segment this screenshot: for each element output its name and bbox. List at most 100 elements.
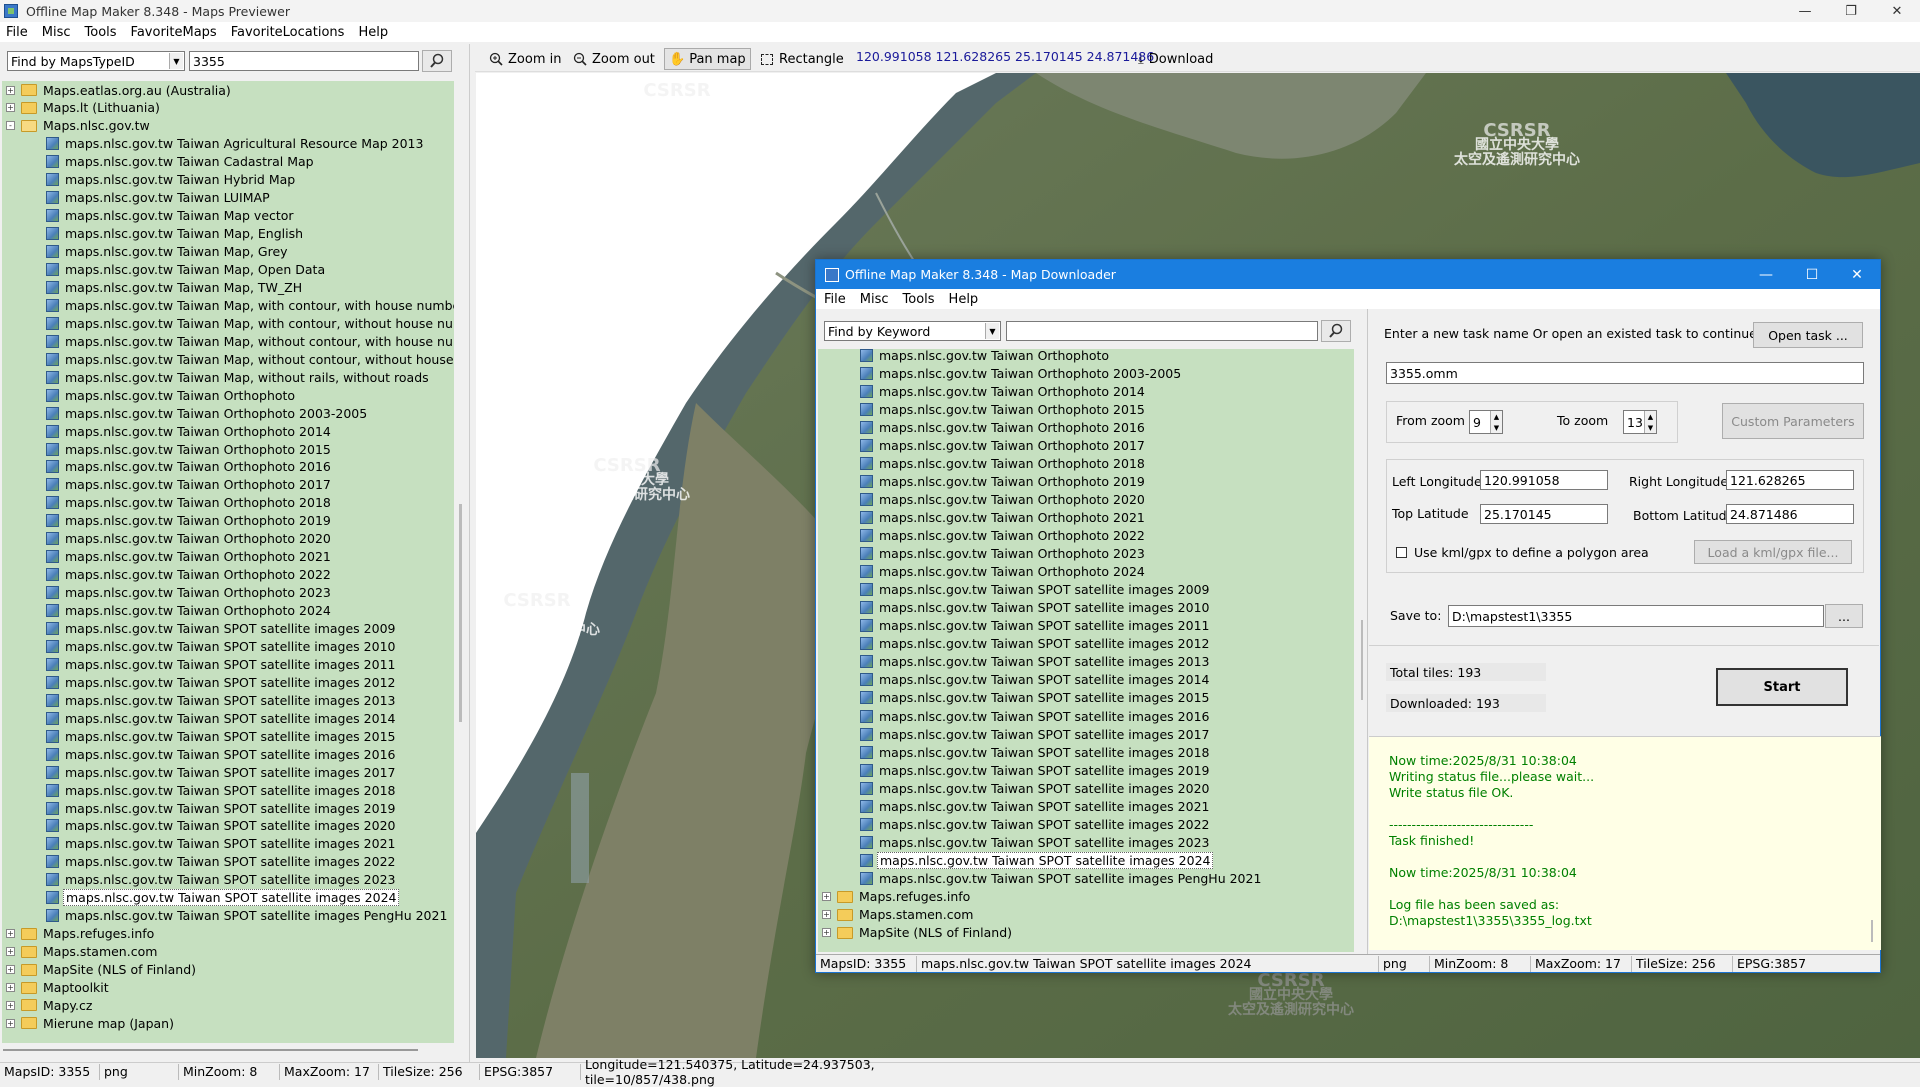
minimize-icon[interactable]: — <box>1743 260 1789 289</box>
downloader-maps-tree[interactable]: maps.nlsc.gov.tw Taiwan Orthophoto maps.n… <box>818 349 1354 952</box>
tree-item-map[interactable]: maps.nlsc.gov.tw Taiwan Orthophoto 2020 <box>2 530 333 548</box>
tree-item-map[interactable]: maps.nlsc.gov.tw Taiwan Orthophoto 2022 <box>818 527 1147 545</box>
tree-item-map[interactable]: maps.nlsc.gov.tw Taiwan SPOT satellite i… <box>818 707 1211 725</box>
zoom-out-button[interactable]: Zoom out <box>569 48 659 70</box>
tree-item-map[interactable]: maps.nlsc.gov.tw Taiwan SPOT satellite i… <box>2 871 397 889</box>
find-value-input[interactable]: 3355 <box>189 51 419 71</box>
expand-icon[interactable]: + <box>822 928 831 938</box>
to-zoom-input[interactable]: 13 ▲ ▼ <box>1623 410 1657 434</box>
tree-item-map[interactable]: maps.nlsc.gov.tw Taiwan Map vector <box>2 207 296 225</box>
expand-icon[interactable]: + <box>6 983 15 992</box>
tree-item-map[interactable]: maps.nlsc.gov.tw Taiwan SPOT satellite i… <box>2 817 397 835</box>
from-zoom-input[interactable]: 9 ▲ ▼ <box>1469 410 1503 434</box>
expand-icon[interactable]: + <box>6 103 15 113</box>
tree-item-folder[interactable]: + Mierune map (Japan) <box>2 1014 176 1032</box>
tree-item-map[interactable]: maps.nlsc.gov.tw Taiwan Map, English <box>2 225 305 243</box>
tree-item-folder[interactable]: + Maps.refuges.info <box>2 925 156 943</box>
tree-item-folder[interactable]: + Mapy.cz <box>2 996 94 1014</box>
load-kml-button[interactable]: Load a kml/gpx file... <box>1694 540 1852 564</box>
tree-item-map[interactable]: maps.nlsc.gov.tw Taiwan SPOT satellite i… <box>2 709 397 727</box>
tree-item-map[interactable]: maps.nlsc.gov.tw Taiwan SPOT satellite i… <box>2 637 397 655</box>
tree-item-map[interactable]: maps.nlsc.gov.tw Taiwan SPOT satellite i… <box>2 781 397 799</box>
tree-item-map[interactable]: maps.nlsc.gov.tw Taiwan Orthophoto 2017 <box>818 436 1147 454</box>
tree-item-map[interactable]: maps.nlsc.gov.tw Taiwan SPOT satellite i… <box>818 599 1211 617</box>
tree-item-map[interactable]: maps.nlsc.gov.tw Taiwan Orthophoto 2024 <box>818 563 1147 581</box>
tree-item-map[interactable]: maps.nlsc.gov.tw Taiwan SPOT satellite i… <box>2 835 397 853</box>
start-button[interactable]: Start <box>1716 668 1848 706</box>
tree-item-map[interactable]: maps.nlsc.gov.tw Taiwan Orthophoto 2003-… <box>2 404 369 422</box>
tree-item-map[interactable]: maps.nlsc.gov.tw Taiwan SPOT satellite i… <box>818 689 1211 707</box>
menu-tools[interactable]: Tools <box>85 25 117 40</box>
search-button[interactable] <box>422 50 452 72</box>
tree-item-map[interactable]: maps.nlsc.gov.tw Taiwan Orthophoto <box>2 386 297 404</box>
tree-item-map[interactable]: maps.nlsc.gov.tw Taiwan SPOT satellite i… <box>2 745 397 763</box>
downloader-find-mode-select[interactable]: Find by Keyword ▼ <box>824 321 1001 341</box>
tree-item-map[interactable]: maps.nlsc.gov.tw Taiwan Orthophoto 2018 <box>818 454 1147 472</box>
menu-file[interactable]: File <box>6 25 28 40</box>
tree-item-map[interactable]: maps.nlsc.gov.tw Taiwan Orthophoto 2023 <box>2 584 333 602</box>
tree-item-map[interactable]: maps.nlsc.gov.tw Taiwan SPOT satellite i… <box>2 853 397 871</box>
chevron-down-icon[interactable]: ▼ <box>169 53 183 69</box>
tree-item-map[interactable]: maps.nlsc.gov.tw Taiwan Orthophoto 2014 <box>2 422 333 440</box>
tree-item-folder[interactable]: + Maps.refuges.info <box>818 888 972 906</box>
log-scrollbar[interactable] <box>1871 920 1873 942</box>
tree-scrollbar[interactable] <box>1361 620 1363 700</box>
tree-item-map[interactable]: maps.nlsc.gov.tw Taiwan Orthophoto 2024 <box>2 602 333 620</box>
tree-hscrollbar[interactable] <box>3 1049 418 1051</box>
zoom-in-button[interactable]: Zoom in <box>485 48 565 70</box>
tree-item-folder[interactable]: + Maps.lt (Lithuania) <box>2 99 162 117</box>
tree-item-folder[interactable]: + MapSite (NLS of Finland) <box>2 961 198 979</box>
open-task-button[interactable]: Open task ... <box>1753 322 1863 348</box>
tree-item-map[interactable]: maps.nlsc.gov.tw Taiwan Orthophoto 2022 <box>2 566 333 584</box>
tree-item-map[interactable]: maps.nlsc.gov.tw Taiwan Orthophoto 2023 <box>818 545 1147 563</box>
tree-item-map[interactable]: maps.nlsc.gov.tw Taiwan SPOT satellite i… <box>2 763 397 781</box>
tree-item-map[interactable]: maps.nlsc.gov.tw Taiwan Orthophoto 2021 <box>818 508 1147 526</box>
menu-favorite-maps[interactable]: FavoriteMaps <box>131 25 217 40</box>
tree-item-map[interactable]: maps.nlsc.gov.tw Taiwan SPOT satellite i… <box>818 833 1211 851</box>
left-longitude-input[interactable]: 120.991058 <box>1480 470 1608 490</box>
tree-item-map[interactable]: maps.nlsc.gov.tw Taiwan Hybrid Map <box>2 171 297 189</box>
custom-parameters-button[interactable]: Custom Parameters <box>1722 403 1864 439</box>
tree-item-folder[interactable]: + MapSite (NLS of Finland) <box>818 924 1014 942</box>
chevron-up-icon[interactable]: ▲ <box>1648 413 1653 421</box>
downloader-search-button[interactable] <box>1321 320 1351 342</box>
tree-item-map[interactable]: maps.nlsc.gov.tw Taiwan Cadastral Map <box>2 153 316 171</box>
tree-scrollbar[interactable] <box>459 504 462 722</box>
chevron-down-icon[interactable]: ▼ <box>985 323 999 339</box>
use-kml-checkbox[interactable] <box>1396 547 1407 558</box>
tree-item-map[interactable]: maps.nlsc.gov.tw Taiwan SPOT satellite i… <box>818 725 1211 743</box>
expand-icon[interactable]: + <box>6 947 15 957</box>
tree-item-map[interactable]: maps.nlsc.gov.tw Taiwan SPOT satellite i… <box>2 889 400 907</box>
tree-item-folder[interactable]: + Maps.eatlas.org.au (Australia) <box>2 81 233 99</box>
tree-item-map[interactable]: maps.nlsc.gov.tw Taiwan SPOT satellite i… <box>818 761 1211 779</box>
tree-item-map[interactable]: maps.nlsc.gov.tw Taiwan Agricultural Res… <box>2 135 425 153</box>
tree-item-map[interactable]: maps.nlsc.gov.tw Taiwan Map, without rai… <box>2 368 431 386</box>
tree-item-folder[interactable]: + Maps.stamen.com <box>2 943 159 961</box>
menu-help[interactable]: Help <box>358 25 388 40</box>
maximize-icon[interactable]: ☐ <box>1789 260 1835 289</box>
tree-item-map[interactable]: maps.nlsc.gov.tw Taiwan Map, with contou… <box>2 314 454 332</box>
tree-item-map[interactable]: maps.nlsc.gov.tw Taiwan SPOT satellite i… <box>818 797 1211 815</box>
rectangle-button[interactable]: Rectangle <box>757 48 848 70</box>
maps-tree[interactable]: + Maps.eatlas.org.au (Australia) + Maps.lt … <box>2 81 454 1043</box>
bottom-latitude-input[interactable]: 24.871486 <box>1726 504 1854 524</box>
collapse-icon[interactable]: - <box>6 121 15 131</box>
tree-item-map[interactable]: maps.nlsc.gov.tw Taiwan SPOT satellite i… <box>818 653 1211 671</box>
tree-item-map[interactable]: maps.nlsc.gov.tw Taiwan SPOT satellite i… <box>818 851 1214 869</box>
menu-file[interactable]: File <box>824 292 846 307</box>
menu-favorite-locations[interactable]: FavoriteLocations <box>231 25 345 40</box>
top-latitude-input[interactable]: 25.170145 <box>1480 504 1608 524</box>
menu-misc[interactable]: Misc <box>860 292 889 307</box>
tree-item-map[interactable]: maps.nlsc.gov.tw Taiwan SPOT satellite i… <box>2 907 449 925</box>
tree-item-map[interactable]: maps.nlsc.gov.tw Taiwan SPOT satellite i… <box>818 869 1263 887</box>
tree-item-map[interactable]: maps.nlsc.gov.tw Taiwan Orthophoto 2014 <box>818 382 1147 400</box>
menu-help[interactable]: Help <box>949 292 979 307</box>
expand-icon[interactable]: + <box>6 85 15 95</box>
tree-item-map[interactable]: maps.nlsc.gov.tw Taiwan Map, with contou… <box>2 296 454 314</box>
expand-icon[interactable]: + <box>822 910 831 920</box>
find-mode-select[interactable]: Find by MapsTypeID ▼ <box>7 51 185 71</box>
tree-item-map[interactable]: maps.nlsc.gov.tw Taiwan Orthophoto <box>818 349 1111 364</box>
chevron-up-icon[interactable]: ▲ <box>1494 413 1499 421</box>
tree-item-map[interactable]: maps.nlsc.gov.tw Taiwan Map, without con… <box>2 332 454 350</box>
tree-item-map[interactable]: maps.nlsc.gov.tw Taiwan SPOT satellite i… <box>2 620 397 638</box>
